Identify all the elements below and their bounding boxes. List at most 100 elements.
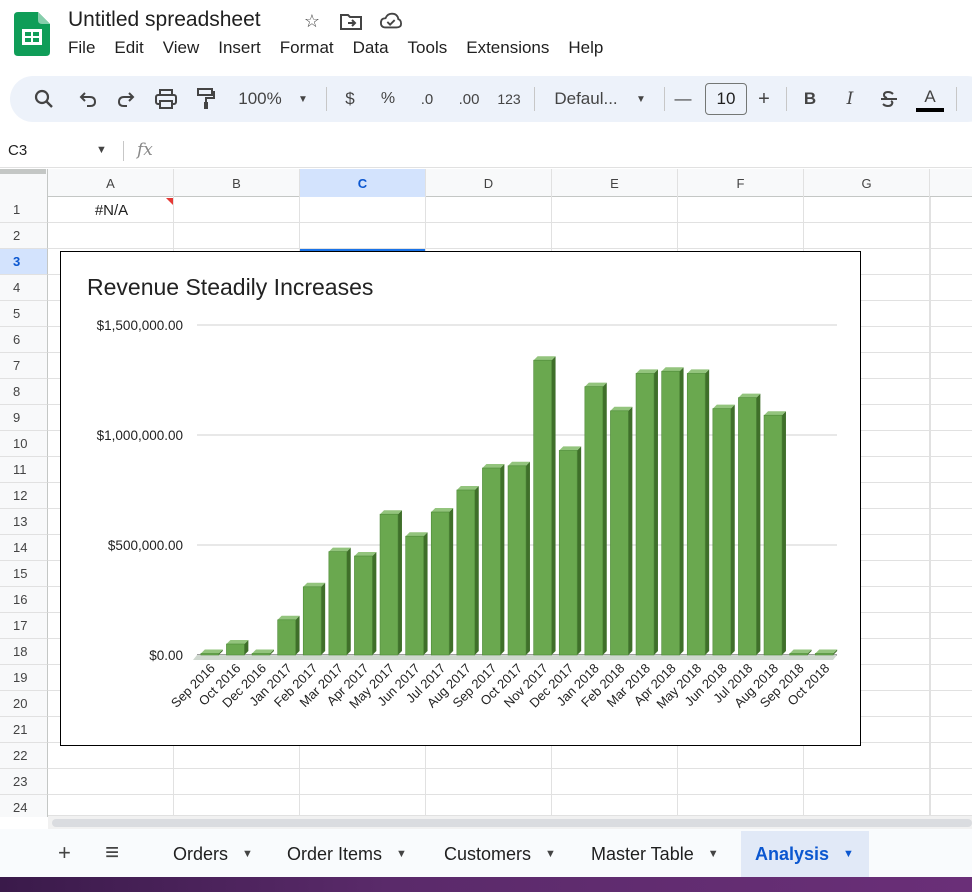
column-header-f[interactable]: F	[678, 169, 804, 197]
row-header-5[interactable]: 5	[0, 301, 48, 327]
row-header-16[interactable]: 16	[0, 587, 48, 613]
row-header-23[interactable]: 23	[0, 769, 48, 795]
column-headers: ABCDEFG	[0, 169, 972, 197]
currency-format-button[interactable]: $	[340, 76, 360, 122]
menu-format[interactable]: Format	[280, 38, 345, 58]
menu-edit[interactable]: Edit	[114, 38, 154, 58]
row-header-15[interactable]: 15	[0, 561, 48, 587]
row-header-22[interactable]: 22	[0, 743, 48, 769]
row-header-8[interactable]: 8	[0, 379, 48, 405]
document-title[interactable]: Untitled spreadsheet	[68, 8, 261, 32]
paint-format-icon[interactable]	[194, 76, 218, 122]
redo-icon[interactable]	[114, 76, 138, 122]
decrease-decimal-button[interactable]: .0	[414, 76, 440, 122]
cloud-saved-icon[interactable]	[380, 10, 402, 32]
menu-help[interactable]: Help	[568, 38, 614, 58]
select-all-corner[interactable]	[0, 169, 48, 197]
tab-orders[interactable]: Orders ▼	[159, 831, 267, 877]
add-sheet-button[interactable]: +	[58, 829, 71, 877]
font-select[interactable]: Defaul...	[550, 76, 622, 122]
formula-divider	[123, 141, 124, 161]
bar	[814, 653, 834, 656]
row-header-7[interactable]: 7	[0, 353, 48, 379]
row-header-21[interactable]: 21	[0, 717, 48, 743]
all-sheets-button[interactable]: ≡	[105, 829, 119, 877]
column-header-g[interactable]: G	[804, 169, 930, 197]
row-header-14[interactable]: 14	[0, 535, 48, 561]
row-gridline	[48, 248, 972, 249]
name-box-dropdown-icon[interactable]: ▼	[96, 144, 107, 156]
zoom-dropdown-icon[interactable]: ▼	[296, 76, 310, 122]
row-header-11[interactable]: 11	[0, 457, 48, 483]
menu-data[interactable]: Data	[353, 38, 400, 58]
column-header-a[interactable]: A	[48, 169, 174, 197]
column-header-d[interactable]: D	[426, 169, 552, 197]
tab-master-table[interactable]: Master Table ▼	[577, 831, 733, 877]
tab-dropdown-icon[interactable]: ▼	[708, 848, 719, 860]
horizontal-scrollbar[interactable]	[48, 815, 972, 829]
menu-extensions[interactable]: Extensions	[466, 38, 560, 58]
row-header-17[interactable]: 17	[0, 613, 48, 639]
tab-order-items[interactable]: Order Items ▼	[273, 831, 421, 877]
bar-side	[602, 382, 607, 655]
star-icon[interactable]: ☆	[301, 10, 323, 32]
revenue-chart[interactable]: Revenue Steadily Increases $0.00 $500,000…	[60, 251, 861, 746]
bar	[763, 414, 783, 656]
bar	[507, 465, 527, 656]
tab-analysis[interactable]: Analysis ▼	[741, 831, 869, 877]
row-header-18[interactable]: 18	[0, 639, 48, 665]
column-header-c[interactable]: C	[300, 169, 426, 197]
undo-icon[interactable]	[76, 76, 100, 122]
row-header-6[interactable]: 6	[0, 327, 48, 353]
column-header-b[interactable]: B	[174, 169, 300, 197]
zoom-select[interactable]: 100%	[234, 76, 286, 122]
percent-format-button[interactable]: %	[378, 76, 398, 122]
toolbar-divider	[956, 87, 957, 111]
print-icon[interactable]	[153, 76, 179, 122]
increase-decimal-button[interactable]: .00	[454, 76, 484, 122]
row-header-13[interactable]: 13	[0, 509, 48, 535]
toolbar-divider	[326, 87, 327, 111]
tab-dropdown-icon[interactable]: ▼	[396, 848, 407, 860]
tab-dropdown-icon[interactable]: ▼	[843, 848, 854, 860]
decrease-font-size-button[interactable]: —	[674, 76, 692, 122]
row-gridline	[48, 794, 972, 795]
bold-button[interactable]: B	[800, 76, 820, 122]
scrollbar-thumb[interactable]	[52, 819, 972, 827]
toolbar: 100% ▼ $ % .0 .00 123 Defaul... ▼ — 10 +…	[10, 76, 972, 122]
menu-file[interactable]: File	[68, 38, 106, 58]
row-header-10[interactable]: 10	[0, 431, 48, 457]
row-header-24[interactable]: 24	[0, 795, 48, 817]
row-header-20[interactable]: 20	[0, 691, 48, 717]
move-folder-icon[interactable]	[340, 10, 362, 32]
row-header-2[interactable]: 2	[0, 223, 48, 249]
menu-insert[interactable]: Insert	[218, 38, 272, 58]
text-color-button[interactable]: A	[916, 76, 944, 122]
strikethrough-icon[interactable]	[878, 76, 900, 122]
menu-tools[interactable]: Tools	[408, 38, 459, 58]
italic-button[interactable]: I	[840, 76, 860, 122]
menu-view[interactable]: View	[163, 38, 211, 58]
font-dropdown-icon[interactable]: ▼	[634, 76, 648, 122]
name-box[interactable]: C3	[8, 142, 27, 159]
tab-label: Orders	[173, 843, 229, 864]
row-header-9[interactable]: 9	[0, 405, 48, 431]
cell-a1[interactable]: #N/A	[49, 198, 174, 223]
row-header-3[interactable]: 3	[0, 249, 48, 275]
bar	[738, 397, 757, 656]
tab-dropdown-icon[interactable]: ▼	[242, 848, 253, 860]
search-icon[interactable]	[32, 76, 56, 122]
tab-customers[interactable]: Customers ▼	[430, 831, 570, 877]
row-header-19[interactable]: 19	[0, 665, 48, 691]
tab-dropdown-icon[interactable]: ▼	[545, 848, 556, 860]
column-header-e[interactable]: E	[552, 169, 678, 197]
corner-freeze-bar[interactable]	[0, 169, 46, 174]
sheets-logo-icon[interactable]	[14, 12, 50, 56]
number-format-button[interactable]: 123	[494, 76, 524, 122]
increase-font-size-button[interactable]: +	[755, 76, 773, 122]
row-header-4[interactable]: 4	[0, 275, 48, 301]
row-header-1[interactable]: 1	[0, 197, 48, 223]
bar-side	[423, 532, 428, 655]
row-header-12[interactable]: 12	[0, 483, 48, 509]
font-size-input[interactable]: 10	[705, 83, 747, 115]
